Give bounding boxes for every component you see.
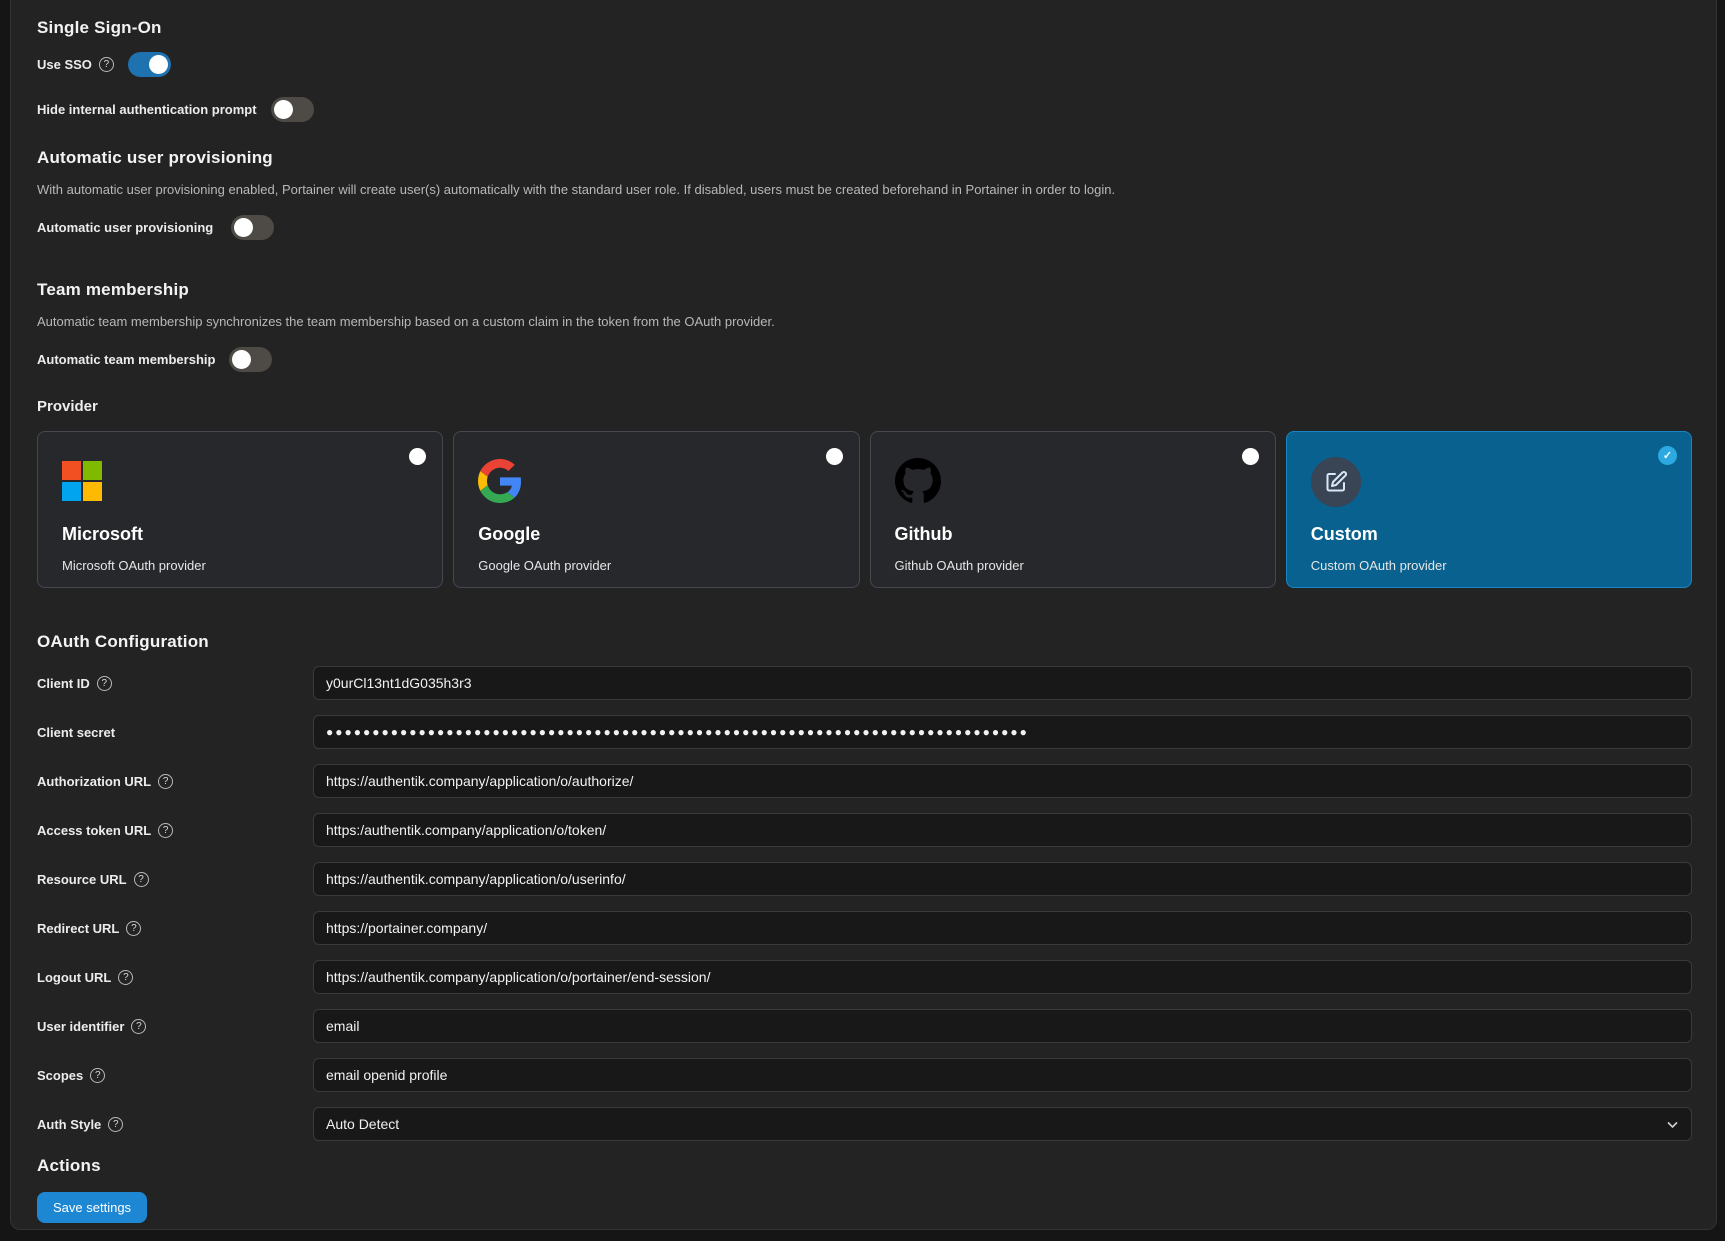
team-description: Automatic team membership synchronizes t… <box>37 314 1692 329</box>
github-logo-icon <box>895 458 941 504</box>
use-sso-toggle[interactable] <box>128 52 171 77</box>
provider-heading: Provider <box>37 398 1692 415</box>
hide-internal-auth-toggle[interactable] <box>271 97 314 122</box>
radio-unselected-icon[interactable] <box>1242 448 1259 465</box>
provider-card-title: Custom <box>1311 524 1667 545</box>
actions-heading: Actions <box>37 1156 1692 1176</box>
hide-internal-auth-label: Hide internal authentication prompt <box>37 102 257 117</box>
provider-card-microsoft[interactable]: Microsoft Microsoft OAuth provider <box>37 431 443 588</box>
provider-card-github[interactable]: Github Github OAuth provider <box>870 431 1276 588</box>
google-logo-icon <box>478 459 522 503</box>
provisioning-heading: Automatic user provisioning <box>37 148 1692 168</box>
provider-card-description: Microsoft OAuth provider <box>62 558 418 573</box>
radio-unselected-icon[interactable] <box>409 448 426 465</box>
oauth-config-heading: OAuth Configuration <box>37 632 1692 652</box>
access-token-url-input[interactable] <box>313 813 1692 847</box>
microsoft-logo-icon <box>62 461 102 501</box>
help-icon[interactable]: ? <box>126 921 141 936</box>
custom-edit-icon <box>1324 470 1348 494</box>
toggle-knob <box>232 350 251 369</box>
toggle-knob <box>234 218 253 237</box>
provider-card-google[interactable]: Google Google OAuth provider <box>453 431 859 588</box>
settings-panel: Single Sign-On Use SSO ? Hide internal a… <box>10 0 1717 1230</box>
logout-url-label: Logout URL? <box>37 970 313 985</box>
provisioning-toggle[interactable] <box>231 215 274 240</box>
team-toggle[interactable] <box>229 347 272 372</box>
provider-cards: Microsoft Microsoft OAuth provider Googl… <box>37 431 1692 588</box>
scopes-input[interactable] <box>313 1058 1692 1092</box>
user-identifier-label: User identifier? <box>37 1019 313 1034</box>
provider-card-custom[interactable]: ✓ Custom Custom OAuth provider <box>1286 431 1692 588</box>
help-icon[interactable]: ? <box>90 1068 105 1083</box>
auth-style-selected-value: Auto Detect <box>326 1116 399 1132</box>
help-icon[interactable]: ? <box>158 774 173 789</box>
help-icon[interactable]: ? <box>99 57 114 72</box>
scopes-label: Scopes? <box>37 1068 313 1083</box>
radio-unselected-icon[interactable] <box>826 448 843 465</box>
auth-style-select[interactable]: Auto Detect <box>313 1107 1692 1141</box>
client-secret-label: Client secret <box>37 725 313 740</box>
provider-card-title: Google <box>478 524 834 545</box>
provider-card-title: Microsoft <box>62 524 418 545</box>
toggle-knob <box>274 100 293 119</box>
help-icon[interactable]: ? <box>134 872 149 887</box>
selected-check-icon: ✓ <box>1658 446 1677 465</box>
provider-card-description: Github OAuth provider <box>895 558 1251 573</box>
help-icon[interactable]: ? <box>131 1019 146 1034</box>
user-identifier-input[interactable] <box>313 1009 1692 1043</box>
provider-card-description: Google OAuth provider <box>478 558 834 573</box>
team-toggle-label: Automatic team membership <box>37 352 215 367</box>
redirect-url-label: Redirect URL? <box>37 921 313 936</box>
client-id-input[interactable] <box>313 666 1692 700</box>
sso-heading: Single Sign-On <box>37 18 1692 38</box>
provider-card-title: Github <box>895 524 1251 545</box>
use-sso-label: Use SSO ? <box>37 57 114 72</box>
help-icon[interactable]: ? <box>158 823 173 838</box>
client-id-label: Client ID? <box>37 676 313 691</box>
authorization-url-input[interactable] <box>313 764 1692 798</box>
provider-card-description: Custom OAuth provider <box>1311 558 1667 573</box>
provisioning-toggle-label: Automatic user provisioning <box>37 220 217 235</box>
help-icon[interactable]: ? <box>118 970 133 985</box>
resource-url-label: Resource URL? <box>37 872 313 887</box>
team-heading: Team membership <box>37 280 1692 300</box>
logout-url-input[interactable] <box>313 960 1692 994</box>
auth-style-label: Auth Style? <box>37 1117 313 1132</box>
help-icon[interactable]: ? <box>108 1117 123 1132</box>
help-icon[interactable]: ? <box>97 676 112 691</box>
redirect-url-input[interactable] <box>313 911 1692 945</box>
toggle-knob <box>149 55 168 74</box>
access-token-url-label: Access token URL? <box>37 823 313 838</box>
authorization-url-label: Authorization URL? <box>37 774 313 789</box>
save-settings-button[interactable]: Save settings <box>37 1192 147 1223</box>
resource-url-input[interactable] <box>313 862 1692 896</box>
chevron-down-icon <box>1666 1118 1679 1131</box>
client-secret-input[interactable] <box>313 715 1692 749</box>
provisioning-description: With automatic user provisioning enabled… <box>37 182 1692 197</box>
